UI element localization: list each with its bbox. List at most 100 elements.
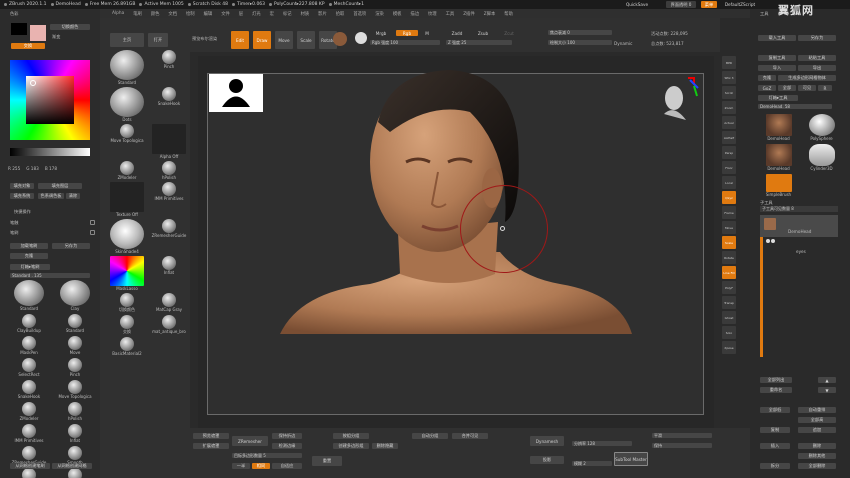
shelf-item[interactable]: IMM Primitives — [150, 182, 188, 217]
brush-item[interactable]: SnakeHook — [10, 380, 48, 399]
menu-item-4[interactable]: 绘制 — [186, 11, 195, 17]
menu-item-9[interactable]: 宏 — [270, 11, 274, 17]
del-other-button[interactable]: 删除其他 — [798, 453, 836, 459]
rgb-intensity-slider[interactable]: Rgb 强度 100 — [370, 40, 440, 45]
arrow-down-icon[interactable]: ▼ — [818, 387, 836, 393]
all-button[interactable]: 全部 — [778, 85, 796, 91]
brush-item[interactable]: Inflat — [56, 424, 94, 443]
orientation-gizmo-icon[interactable] — [654, 74, 704, 126]
subtool-master-button[interactable]: SubTool Master — [614, 452, 648, 466]
shelf-item[interactable]: Texture Off — [108, 182, 146, 217]
zadd-button[interactable]: Zadd — [446, 30, 468, 36]
dynamic-label[interactable]: Dynamic — [614, 41, 632, 46]
all-high-button[interactable]: 全部高 — [798, 417, 836, 423]
shelf-item[interactable]: Dots — [108, 87, 146, 122]
view-icon[interactable]: Xpose — [722, 341, 736, 354]
brush-item[interactable]: ClayBuildup — [10, 314, 48, 333]
shelf-item[interactable]: BasicMaterial2 — [108, 337, 146, 356]
focal-shift-slider[interactable]: 焦点衰减 0 — [548, 30, 612, 35]
smooth-slider[interactable]: 平滑 — [652, 433, 712, 438]
transparency-slider[interactable]: 界面透明 0 — [666, 1, 696, 8]
menu-item-14[interactable]: 首选项 — [353, 11, 366, 17]
zcut-button[interactable]: Zcut — [498, 30, 520, 36]
tool-item[interactable]: SimpleBrush — [760, 174, 797, 197]
view-icon[interactable]: AAHalf — [722, 131, 736, 144]
menu-item-10[interactable]: 标记 — [283, 11, 292, 17]
copy-subtool-button[interactable]: 复制 — [760, 427, 790, 433]
reset-button[interactable]: 重置 — [312, 456, 342, 466]
polygroup-button[interactable]: 按组分组 — [333, 433, 369, 439]
default-zscript[interactable]: DefaultZScript — [720, 1, 760, 8]
menu-item-15[interactable]: 渲染 — [375, 11, 384, 17]
merge-visible-button[interactable]: 合并可见 — [452, 433, 488, 439]
brush-item[interactable]: Standard — [10, 280, 48, 311]
blur-slider[interactable]: 模糊 2 — [572, 461, 612, 466]
brush-item[interactable]: hPolish — [56, 402, 94, 421]
menu-item-16[interactable]: 模板 — [393, 11, 402, 17]
tool-item[interactable]: DemoHead — [760, 144, 797, 171]
shelf-item[interactable]: Move Topologica — [108, 124, 146, 159]
draw-size-slider[interactable]: 绘制大小 100 — [548, 40, 612, 45]
texture-sphere-icon[interactable] — [355, 32, 367, 44]
zremesher-button[interactable]: ZRemesher — [232, 436, 268, 446]
del-all-button[interactable]: 全部删除 — [798, 463, 836, 469]
clone-tool-button[interactable]: 克隆 — [758, 75, 776, 81]
stroke-section[interactable]: 笔触 — [10, 220, 18, 226]
menu-item-21[interactable]: Z脚本 — [484, 11, 496, 17]
zsub-button[interactable]: Zsub — [472, 30, 494, 36]
view-icon[interactable]: SPix 3 — [722, 71, 736, 84]
visible-button[interactable]: 可见 — [798, 85, 816, 91]
half-button[interactable]: 一半 — [232, 463, 250, 469]
brush-item[interactable]: SelectRect — [10, 358, 48, 377]
menu-item-19[interactable]: 工具 — [446, 11, 455, 17]
shelf-item[interactable]: ZModeler — [108, 161, 146, 180]
view-icon[interactable]: Scale — [722, 236, 736, 249]
clear-color-button[interactable]: 清除 — [66, 193, 80, 199]
main-color-swatch[interactable] — [11, 23, 27, 35]
lightbox-tool-button[interactable]: 灯箱▸工具 — [758, 95, 798, 101]
delete-button[interactable]: 删除 — [798, 443, 836, 449]
menu-item-5[interactable]: 编辑 — [204, 11, 213, 17]
shelf-item[interactable]: Alpha Off — [150, 124, 188, 159]
view-icon[interactable]: Persp — [722, 146, 736, 159]
quicksave-button[interactable]: QuickSave — [622, 1, 652, 8]
expand-mask-button[interactable]: 扩展遮罩 — [193, 443, 229, 449]
auto-reorder-button[interactable]: 自动重排 — [798, 407, 836, 413]
delete-hidden-button[interactable]: 删除隐藏 — [372, 443, 398, 449]
brush-item[interactable]: IMM Primitives — [10, 424, 48, 443]
brush-item[interactable]: Pinch — [56, 358, 94, 377]
menu-item-1[interactable]: 笔刷 — [133, 11, 142, 17]
view-icon[interactable]: Scroll — [722, 86, 736, 99]
view-icon[interactable]: Local — [722, 176, 736, 189]
clone-brush-button[interactable]: 克隆 — [10, 253, 48, 259]
menu-item-20[interactable]: Z插件 — [463, 11, 475, 17]
gray-gradient-bar[interactable] — [10, 148, 90, 156]
tool-item[interactable]: DemoHead — [760, 114, 797, 141]
detect-edges-button[interactable]: 检测边缘 — [272, 443, 302, 449]
menu-item-3[interactable]: 文档 — [168, 11, 177, 17]
all-low-button[interactable]: 全部低 — [760, 407, 790, 413]
shelf-item[interactable]: MatCap Gray — [150, 293, 188, 313]
view-icon[interactable]: Zoom — [722, 101, 736, 114]
color-picker-button[interactable]: 色系调色板 — [38, 193, 64, 199]
open-button[interactable]: 打开 — [148, 33, 168, 47]
paste-tool-button[interactable]: 粘贴工具 — [798, 55, 836, 61]
brush-item[interactable]: ZModeler — [10, 402, 48, 421]
b-value[interactable]: B 178 — [45, 166, 57, 171]
material-sphere-icon[interactable] — [333, 32, 347, 46]
goz-button[interactable]: GoZ — [758, 85, 776, 91]
save-tool-as-button[interactable]: 另存为 — [798, 35, 836, 41]
menu-item-7[interactable]: 层 — [239, 11, 243, 17]
brush-item[interactable]: Move — [56, 336, 94, 355]
subtool-scrollbar[interactable] — [760, 237, 763, 357]
view-icon[interactable]: Rotate — [722, 251, 736, 264]
menu-item-0[interactable]: Alpha — [112, 11, 124, 16]
insert-button[interactable]: 插入 — [760, 443, 790, 449]
create-polygroup-button[interactable]: 创建多边形组 — [333, 443, 369, 449]
shelf-item[interactable]: Inflat — [150, 256, 188, 291]
settings-icon[interactable] — [90, 230, 95, 235]
scale-button[interactable]: Scale — [297, 31, 315, 49]
menu-item-11[interactable]: 材质 — [301, 11, 310, 17]
demohead-model[interactable] — [260, 62, 640, 362]
project-button[interactable]: 投影 — [530, 456, 564, 464]
